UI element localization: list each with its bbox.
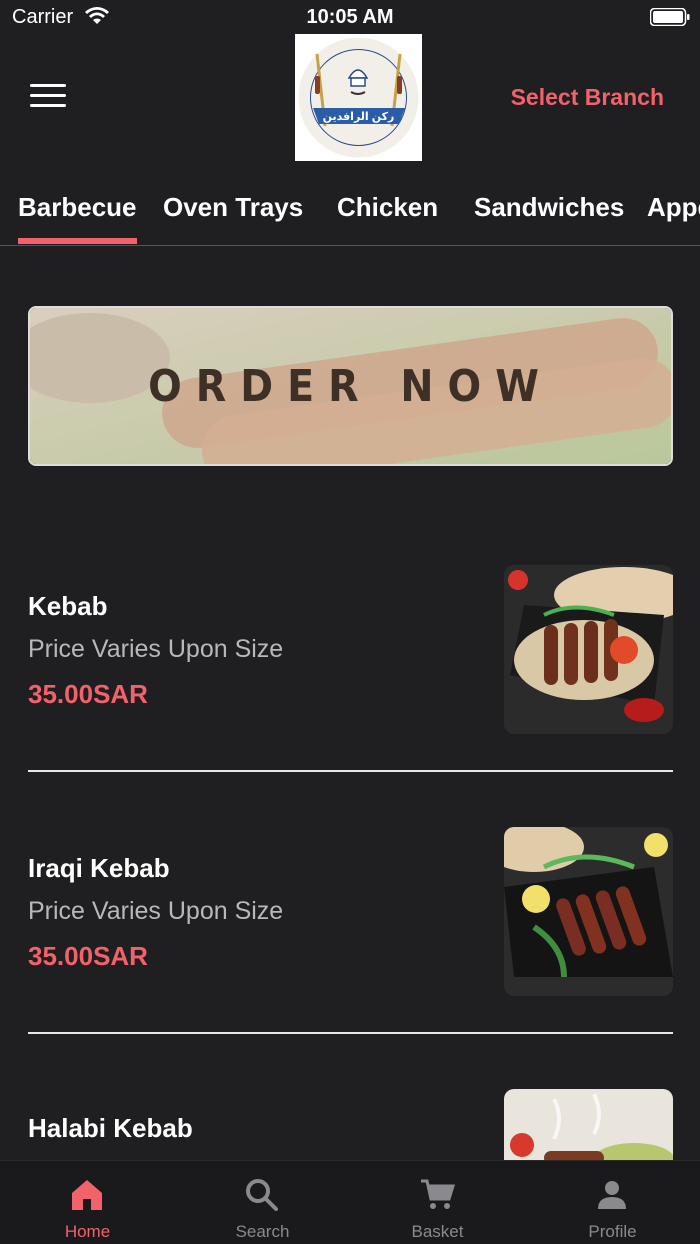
search-icon — [246, 1179, 278, 1211]
nav-home[interactable]: Home — [0, 1161, 175, 1244]
nav-search-label: Search — [235, 1222, 290, 1241]
tab-barbecue[interactable]: Barbecue — [18, 192, 137, 244]
divider — [28, 1032, 673, 1034]
restaurant-logo: ركن الرافدين — [295, 34, 422, 161]
nav-basket[interactable]: Basket — [350, 1161, 525, 1244]
nav-profile-label: Profile — [588, 1222, 637, 1241]
home-icon — [72, 1180, 102, 1210]
item-price: 35.00SAR — [28, 679, 148, 709]
tab-chicken[interactable]: Chicken — [337, 192, 438, 223]
order-now-banner[interactable]: ORDER NOW — [28, 306, 673, 466]
menu-item[interactable]: Kebab Price Varies Upon Size 35.00SAR — [28, 565, 673, 735]
item-description: Price Varies Upon Size — [28, 897, 284, 925]
status-bar: Carrier 10:05 AM — [0, 0, 700, 34]
banner-text: ORDER NOW — [148, 360, 553, 412]
logo-wordmark: ركن الرافدين — [322, 111, 395, 123]
select-branch-button[interactable]: Select Branch — [511, 84, 664, 111]
tab-appetizers[interactable]: Appetizers — [647, 192, 700, 223]
tab-oven-trays[interactable]: Oven Trays — [163, 192, 303, 223]
status-time: 10:05 AM — [306, 6, 394, 28]
nav-basket-label: Basket — [411, 1222, 464, 1241]
divider — [28, 770, 673, 772]
category-tabs: Barbecue Oven Trays Chicken Sandwiches A… — [0, 186, 700, 246]
item-name: Halabi Kebab — [28, 1113, 193, 1143]
item-name: Iraqi Kebab — [28, 853, 170, 883]
bottom-nav: Home Search Basket Profile — [0, 1160, 700, 1244]
item-image — [504, 565, 673, 734]
tab-sandwiches[interactable]: Sandwiches — [474, 192, 624, 223]
cart-icon — [421, 1179, 455, 1209]
nav-home-label: Home — [64, 1222, 111, 1241]
menu-item[interactable]: Iraqi Kebab Price Varies Upon Size 35.00… — [28, 827, 673, 997]
menu-icon[interactable] — [30, 84, 66, 110]
item-description: Price Varies Upon Size — [28, 635, 284, 663]
nav-profile[interactable]: Profile — [525, 1161, 700, 1244]
nav-search[interactable]: Search — [175, 1161, 350, 1244]
item-price: 35.00SAR — [28, 941, 148, 971]
item-image — [504, 827, 673, 996]
person-icon — [598, 1181, 626, 1209]
item-name: Kebab — [28, 591, 108, 621]
battery-icon — [650, 8, 690, 26]
